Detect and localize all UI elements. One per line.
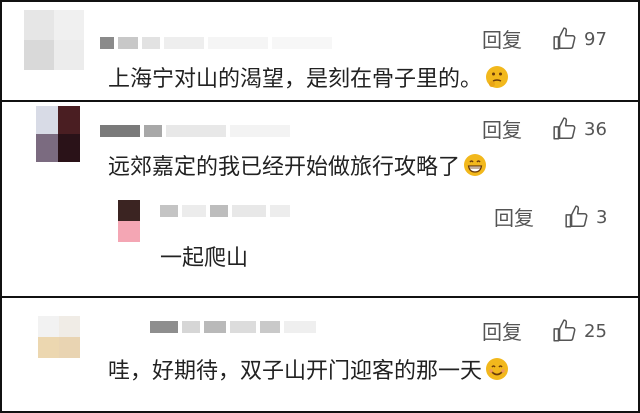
like-button[interactable]: 36 [552, 116, 607, 142]
reply-button[interactable]: 回复 [494, 206, 534, 230]
avatar[interactable] [24, 10, 84, 70]
comment-text: 远郊嘉定的我已经开始做旅行攻略了 [108, 152, 488, 187]
comment-text: 上海宁对山的渴望，是刻在骨子里的。 [108, 64, 510, 99]
reply-button[interactable]: 回复 [482, 28, 522, 52]
divider [0, 100, 640, 102]
thumbs-up-icon [553, 117, 576, 140]
thumbs-up-icon [553, 27, 576, 50]
avatar[interactable] [36, 106, 80, 162]
avatar[interactable] [118, 200, 140, 242]
thumbs-up-icon [553, 319, 576, 342]
reply-text: 一起爬山 [160, 246, 249, 271]
reply-button[interactable]: 回复 [482, 320, 522, 344]
smiling-face-icon [484, 356, 510, 391]
thinking-face-icon [484, 64, 510, 99]
grinning-face-icon [462, 152, 488, 187]
comment-list [0, 0, 640, 413]
like-count: 36 [584, 118, 607, 140]
thumbs-up-icon [565, 205, 588, 228]
like-button[interactable]: 25 [552, 318, 607, 344]
like-count: 3 [596, 206, 608, 228]
username[interactable] [100, 36, 332, 50]
reply-button[interactable]: 回复 [482, 118, 522, 142]
like-count: 97 [584, 28, 607, 50]
username[interactable] [150, 320, 316, 334]
like-button[interactable]: 3 [564, 204, 607, 230]
comment-text: 哇，好期待，双子山开门迎客的那一天 [108, 356, 510, 391]
username[interactable] [160, 204, 290, 218]
username[interactable] [100, 124, 290, 138]
avatar[interactable] [38, 316, 80, 358]
like-count: 25 [584, 320, 607, 342]
like-button[interactable]: 97 [552, 26, 607, 52]
divider [0, 296, 640, 298]
